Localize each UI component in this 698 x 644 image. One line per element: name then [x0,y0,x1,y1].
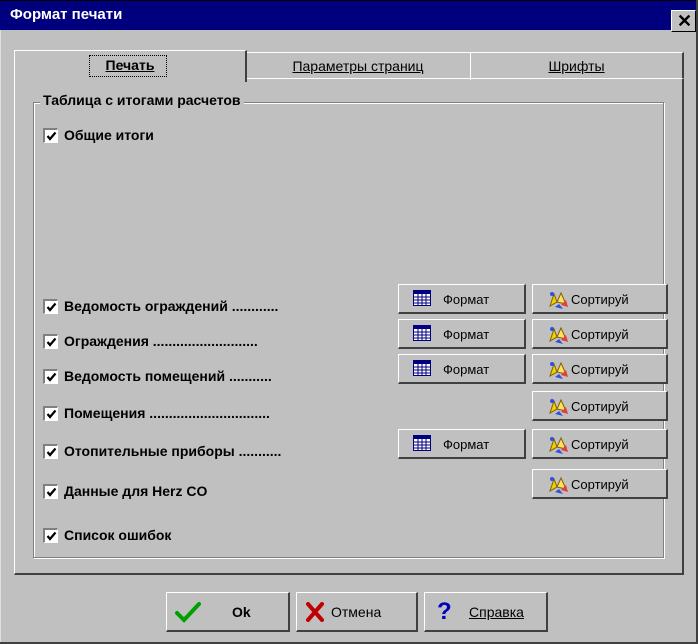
sort-button[interactable]: Сортируй [532,469,668,499]
ok-label: Ok [232,604,251,620]
row-checkbox[interactable] [43,299,58,314]
check-icon [46,131,57,141]
tab-page-params[interactable]: Параметры страниц [245,52,472,80]
sort-label: Сортируй [571,399,629,414]
sort-label: Сортируй [571,362,629,377]
hands-sort-icon [547,475,569,498]
hands-sort-icon [547,325,569,348]
format-button[interactable]: Формат [398,319,526,349]
close-button[interactable]: ✕ [671,10,696,32]
row-label: Ограждения ........................... [64,333,258,349]
row-label: Ведомость ограждений ............ [64,298,279,314]
row-checkbox[interactable] [43,484,58,499]
table-icon [413,325,431,344]
window-title: Формат печати [10,6,123,23]
summary-label: Общие итоги [64,127,154,143]
check-icon [46,447,57,457]
hands-sort-icon [547,290,569,313]
hands-sort-icon [547,360,569,383]
row-checkbox[interactable] [43,444,58,459]
format-label: Формат [443,437,490,452]
row-label: Список ошибок [64,527,172,543]
format-label: Формат [443,362,490,377]
question-icon: ? [437,598,452,625]
sort-label: Сортируй [571,292,629,307]
sort-button[interactable]: Сортируй [532,284,668,314]
title-bar[interactable]: Формат печати [0,0,696,30]
format-label: Формат [443,327,490,342]
row-label: Помещения ..............................… [64,405,270,421]
sort-button[interactable]: Сортируй [532,429,668,459]
row-checkbox[interactable] [43,528,58,543]
format-button[interactable]: Формат [398,429,526,459]
cancel-label: Отмена [331,604,382,620]
row-label: Отопительные приборы ........... [64,443,282,459]
help-label: Справка [469,604,524,620]
print-format-dialog: Формат печати ✕ Параметры страниц Шрифты… [0,0,698,644]
sort-button[interactable]: Сортируй [532,319,668,349]
check-icon [46,409,57,419]
sort-button[interactable]: Сортируй [532,354,668,384]
hands-sort-icon [547,435,569,458]
check-icon [46,372,57,382]
tab-label: Параметры страниц [292,58,424,74]
format-button[interactable]: Формат [398,284,526,314]
check-icon [46,302,57,312]
table-icon [413,435,431,454]
tab-fonts[interactable]: Шрифты [470,52,684,80]
check-icon [46,531,57,541]
row-checkbox[interactable] [43,334,58,349]
cancel-button[interactable]: Отмена [296,592,418,632]
checkmark-icon [175,602,201,623]
row-checkbox[interactable] [43,369,58,384]
window-frame [0,30,5,642]
x-icon [306,602,324,622]
close-icon: ✕ [677,11,693,31]
hands-sort-icon [547,397,569,420]
table-icon [413,290,431,309]
format-button[interactable]: Формат [398,354,526,384]
tab-label: Шрифты [548,58,605,74]
sort-label: Сортируй [571,437,629,452]
summary-checkbox[interactable] [43,128,58,143]
format-label: Формат [443,292,490,307]
check-icon [46,487,57,497]
row-label: Ведомость помещений ........... [64,368,272,384]
sort-label: Сортируй [571,477,629,492]
table-icon [413,360,431,379]
ok-button[interactable]: Ok [166,592,290,632]
group-title: Таблица с итогами расчетов [40,92,244,108]
sort-label: Сортируй [571,327,629,342]
check-icon [46,337,57,347]
tab-label: Печать [105,57,155,73]
help-button[interactable]: ? Справка [424,592,548,632]
row-label: Данные для Herz CO [64,483,208,499]
row-checkbox[interactable] [43,406,58,421]
sort-button[interactable]: Сортируй [532,391,668,421]
tab-join [15,78,245,81]
